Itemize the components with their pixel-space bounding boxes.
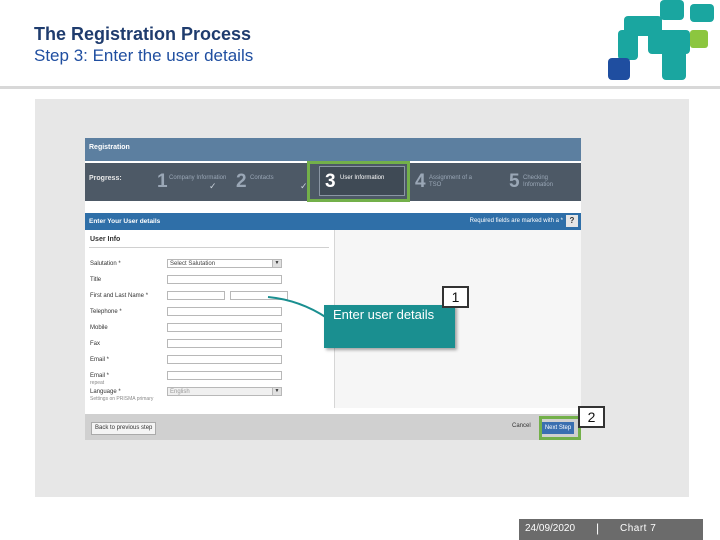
- fax-label: Fax: [90, 341, 101, 347]
- chevron-down-icon: ▼: [272, 388, 281, 395]
- next-button-highlight: [539, 416, 581, 440]
- form-divider: [89, 247, 329, 248]
- email-input[interactable]: [167, 355, 282, 364]
- app-title: Registration: [89, 144, 130, 151]
- form-heading: User Info: [90, 236, 121, 243]
- last-name-input[interactable]: [230, 291, 288, 300]
- step-company-information[interactable]: 1 Company Information ✓: [157, 167, 226, 197]
- section-header: Enter Your User details Required fields …: [85, 213, 581, 230]
- language-select[interactable]: English ▼: [167, 387, 282, 396]
- check-icon: ✓: [209, 181, 217, 191]
- step-number: 5: [509, 171, 520, 192]
- active-step-highlight: [307, 161, 410, 202]
- step-number: 1: [157, 171, 168, 192]
- footer-separator: |: [596, 521, 600, 535]
- chevron-down-icon: ▼: [272, 260, 281, 267]
- slide-footer: 24/09/2020 | Chart 7: [519, 519, 703, 540]
- step-label: Assignment of a TSO: [429, 175, 473, 188]
- user-info-form: User Info Salutation * Select Salutation…: [85, 230, 335, 408]
- section-title: Enter Your User details: [89, 218, 161, 225]
- salutation-label: Salutation *: [90, 261, 121, 267]
- first-name-input[interactable]: [167, 291, 225, 300]
- company-logo: [608, 0, 714, 80]
- progress-label: Progress:: [89, 175, 122, 182]
- email-repeat-label: Email *: [90, 373, 110, 379]
- salutation-select[interactable]: Select Salutation ▼: [167, 259, 282, 268]
- header-divider: [0, 86, 720, 89]
- step-label: Company Information: [169, 175, 227, 181]
- mobile-label: Mobile: [90, 325, 108, 331]
- step-contacts[interactable]: 2 Contacts ✓: [236, 167, 308, 197]
- step-checking-information[interactable]: 5 Checking Information: [509, 167, 579, 197]
- email-repeat-input[interactable]: [167, 371, 282, 380]
- app-titlebar: Registration: [85, 138, 581, 161]
- footer-date: 24/09/2020: [525, 523, 576, 534]
- salutation-value: Select Salutation: [170, 261, 216, 267]
- step-label: Checking Information: [523, 175, 554, 188]
- email-repeat-sub: repeat: [90, 380, 105, 386]
- footer-page: Chart 7: [620, 523, 657, 534]
- slide-subtitle: Step 3: Enter the user details: [34, 46, 254, 65]
- language-label: Language *: [90, 389, 121, 395]
- enter-details-callout: Enter user details: [324, 305, 455, 348]
- help-icon[interactable]: ?: [566, 215, 578, 227]
- fax-input[interactable]: [167, 339, 282, 348]
- step-badge-1: 1: [442, 286, 469, 308]
- step-number: 2: [236, 171, 247, 192]
- language-sub: Settings on PRISMA primary: [90, 396, 154, 402]
- step-assignment-tso[interactable]: 4 Assignment of a TSO: [415, 167, 485, 197]
- cancel-button[interactable]: Cancel: [512, 423, 531, 429]
- language-value: English: [170, 389, 190, 395]
- name-label: First and Last Name *: [90, 293, 149, 299]
- email-label: Email *: [90, 357, 110, 363]
- telephone-input[interactable]: [167, 307, 282, 316]
- title-input[interactable]: [167, 275, 282, 284]
- action-bar: Back to previous step Cancel Next Step: [85, 414, 581, 440]
- required-note: Required fields are marked with a *: [469, 218, 563, 224]
- slide-title: The Registration Process: [34, 24, 252, 44]
- step-number: 4: [415, 171, 426, 192]
- telephone-label: Telephone *: [90, 309, 122, 315]
- mobile-input[interactable]: [167, 323, 282, 332]
- title-label: Title: [90, 277, 102, 283]
- back-button[interactable]: Back to previous step: [91, 422, 157, 435]
- step-badge-2: 2: [578, 406, 605, 428]
